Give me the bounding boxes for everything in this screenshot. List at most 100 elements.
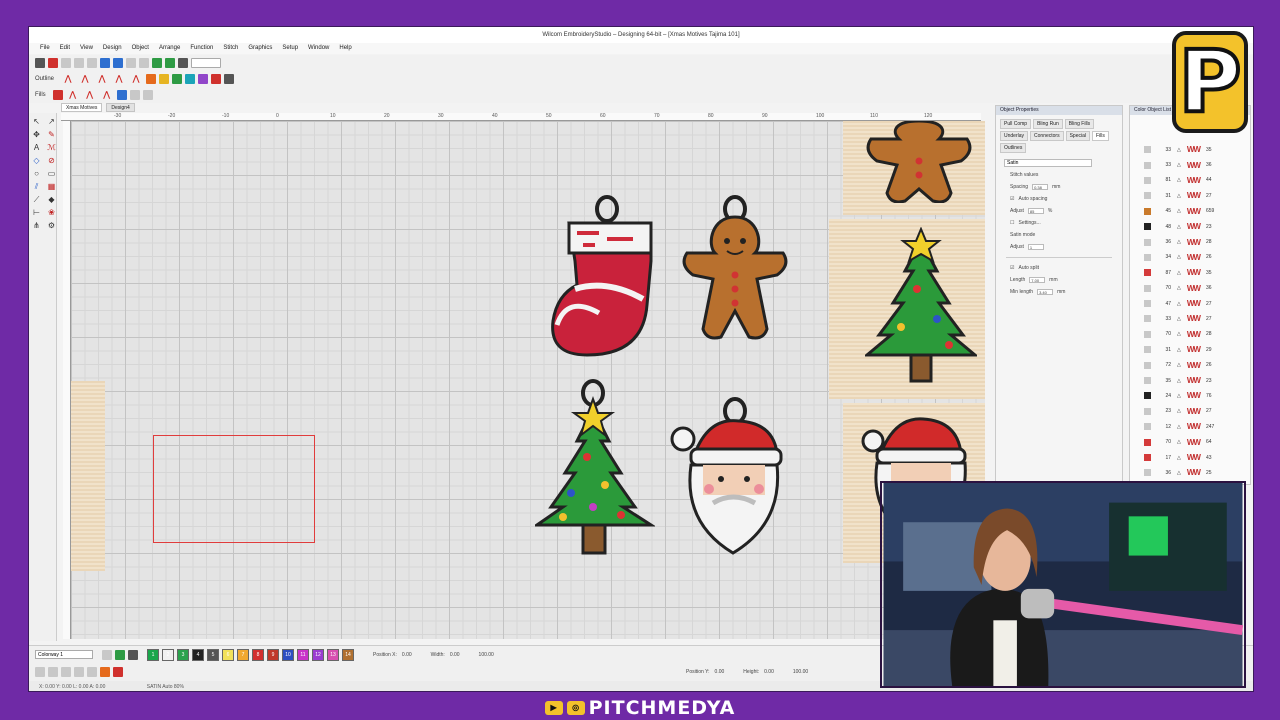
zoom-icon[interactable] <box>152 58 162 68</box>
mirror-icon[interactable] <box>74 667 84 677</box>
design-canvas[interactable] <box>71 121 985 639</box>
menu-design[interactable]: Design <box>98 43 127 54</box>
tab-xmas-motives[interactable]: Xmas Motives <box>61 103 103 112</box>
settings-checkbox[interactable]: ☐ <box>1010 220 1014 226</box>
tab-special[interactable]: Special <box>1065 131 1090 141</box>
menu-edit[interactable]: Edit <box>55 43 75 54</box>
auto-spacing-checkbox[interactable]: ☑ <box>1010 196 1014 202</box>
stitch-effect3-icon[interactable]: ⋀ <box>100 90 114 100</box>
color-object-row[interactable]: 70 △ WW 64 <box>1144 434 1249 449</box>
color-object-row[interactable]: 23 △ WW 27 <box>1144 404 1249 419</box>
length-input[interactable]: 7.00 <box>1029 277 1046 283</box>
height-value[interactable]: 0.00 <box>764 669 774 675</box>
circle-icon[interactable]: ○ <box>31 169 42 179</box>
palette-swatch[interactable]: 9 <box>267 648 279 661</box>
color-object-row[interactable]: 70 △ WW 36 <box>1144 281 1249 296</box>
column-icon[interactable]: ⫽ <box>31 182 42 192</box>
palette-swatch[interactable]: 3 <box>177 648 189 661</box>
auto-split-checkbox[interactable]: ☑ <box>1010 265 1014 271</box>
color-object-row[interactable]: 33 △ WW 27 <box>1144 311 1249 326</box>
applique-tool-icon[interactable]: ❀ <box>46 208 57 218</box>
color-object-row[interactable]: 31 △ WW 27 <box>1144 188 1249 203</box>
motif-icon[interactable] <box>185 74 196 84</box>
align-icon[interactable] <box>129 90 140 100</box>
color-object-row[interactable]: 81 △ WW 44 <box>1144 173 1249 188</box>
align-center-icon[interactable] <box>48 667 58 677</box>
tab-pull-comp[interactable]: Pull Comp <box>1000 119 1032 129</box>
fill-icon[interactable]: ▦ <box>46 182 57 192</box>
santa-ornament[interactable] <box>669 393 789 559</box>
tab-outlines[interactable]: Outlines <box>1000 143 1027 153</box>
color-object-row[interactable]: 34 △ WW 26 <box>1144 250 1249 265</box>
rectangle-icon[interactable]: ▭ <box>46 169 57 179</box>
align-left-icon[interactable] <box>35 667 45 677</box>
hide-icon[interactable] <box>113 667 123 677</box>
menu-window[interactable]: Window <box>303 43 334 54</box>
palette-swatch[interactable]: 5 <box>207 648 219 661</box>
palette-swatch[interactable]: 7 <box>237 648 249 661</box>
auto-digitize-icon[interactable]: ⚙ <box>46 221 57 231</box>
color-object-row[interactable]: 36 △ WW 28 <box>1144 234 1249 249</box>
palette-swatch[interactable]: 14 <box>342 648 354 661</box>
stitch-effect-icon[interactable]: ⋀ <box>66 90 80 100</box>
tab-fills[interactable]: Fills <box>1092 131 1109 141</box>
distribute-icon[interactable] <box>142 90 153 100</box>
color-object-row[interactable]: 87 △ WW 35 <box>1144 265 1249 280</box>
colorway-select[interactable]: Colorway 1 <box>35 650 93 659</box>
align-right-icon[interactable] <box>61 667 71 677</box>
menu-view[interactable]: View <box>75 43 98 54</box>
christmas-tree-ornament[interactable] <box>535 375 655 559</box>
color-object-row[interactable]: 33 △ WW 35 <box>1144 142 1249 157</box>
palette-swatch[interactable]: 4 <box>192 648 204 661</box>
tab-bling-run[interactable]: Bling Run <box>1033 119 1063 129</box>
backstitch-icon[interactable]: ⋀ <box>95 74 109 84</box>
hoop-rectangle[interactable] <box>153 435 315 543</box>
color-object-row[interactable]: 35 △ WW 23 <box>1144 373 1249 388</box>
menu-setup[interactable]: Setup <box>277 43 303 54</box>
redo-icon[interactable] <box>113 58 123 68</box>
color-object-row[interactable]: 72 △ WW 26 <box>1144 357 1249 372</box>
tatami-icon[interactable] <box>172 74 183 84</box>
palette-swatch[interactable]: 1 <box>147 648 159 661</box>
select-arrow-icon[interactable]: ↖ <box>31 117 42 127</box>
fill-type-icon[interactable] <box>52 90 63 100</box>
adjust-input[interactable]: 85 <box>1027 208 1044 214</box>
palette-swatch[interactable]: 13 <box>327 648 339 661</box>
zoom-level-field[interactable] <box>191 58 221 68</box>
palette-swatch[interactable]: 12 <box>312 648 324 661</box>
color-object-row[interactable]: 31 △ WW 29 <box>1144 342 1249 357</box>
triple-run-icon[interactable]: ⋀ <box>78 74 92 84</box>
menu-function[interactable]: Function <box>185 43 218 54</box>
node-icon[interactable]: ◆ <box>46 195 57 205</box>
menu-object[interactable]: Object <box>127 43 154 54</box>
run-stitch-icon[interactable]: ⋀ <box>61 74 75 84</box>
text-icon[interactable]: A <box>31 143 42 153</box>
measure-icon[interactable]: ⊢ <box>31 208 42 218</box>
palette-swatch[interactable]: 2 <box>162 648 174 661</box>
settings-label[interactable]: Settings... <box>1018 220 1040 226</box>
rotate-icon[interactable] <box>87 667 97 677</box>
color-object-row[interactable]: 17 △ WW 43 <box>1144 450 1249 465</box>
shape-icon[interactable]: ◇ <box>31 156 42 166</box>
tab-bling-fills[interactable]: Bling Fills <box>1064 119 1095 129</box>
cut-icon[interactable] <box>126 58 136 68</box>
tab-design4[interactable]: Design4 <box>106 103 135 112</box>
wilcom-icon[interactable] <box>48 58 58 68</box>
tab-connectors[interactable]: Connectors <box>1030 131 1064 141</box>
print-icon[interactable] <box>87 58 97 68</box>
new-file-icon[interactable] <box>35 58 45 68</box>
color-object-row[interactable]: 24 △ WW 76 <box>1144 388 1249 403</box>
spacing-input[interactable]: 0.38 <box>1032 184 1049 190</box>
transform-icon[interactable] <box>224 74 235 84</box>
open-icon[interactable] <box>61 58 71 68</box>
width-percent[interactable]: 100.00 <box>479 652 494 658</box>
menu-graphics[interactable]: Graphics <box>243 43 277 54</box>
palette-swatch[interactable]: 6 <box>222 648 234 661</box>
applique-icon[interactable] <box>211 74 222 84</box>
star-icon[interactable] <box>159 74 170 84</box>
adjust2-input[interactable]: 1 <box>1027 244 1044 250</box>
branching-icon[interactable]: ⋔ <box>31 221 42 231</box>
paint-icon[interactable] <box>100 667 110 677</box>
color-object-row[interactable]: 47 △ WW 27 <box>1144 296 1249 311</box>
color-object-row[interactable]: 48 △ WW 23 <box>1144 219 1249 234</box>
